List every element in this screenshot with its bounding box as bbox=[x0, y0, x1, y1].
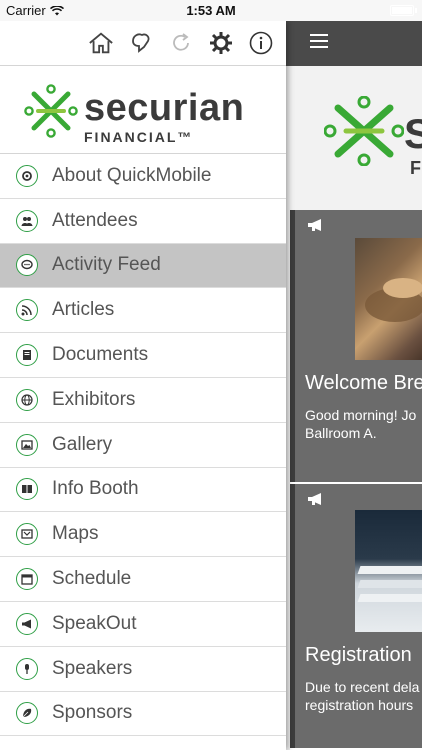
menu-item-label: Gallery bbox=[52, 433, 113, 455]
menu-item-documents[interactable]: Documents bbox=[0, 333, 286, 378]
document-icon bbox=[16, 344, 38, 367]
info-button[interactable] bbox=[248, 30, 274, 56]
settings-button[interactable] bbox=[208, 30, 234, 56]
menu-item-about-quickmobile[interactable]: About QuickMobile bbox=[0, 154, 286, 199]
menu-item-label: Speakers bbox=[52, 657, 133, 679]
feed-card-description: Good morning! Jo Ballroom A. bbox=[305, 407, 417, 441]
menu-item-label: Attendees bbox=[52, 209, 138, 231]
people-icon bbox=[16, 209, 38, 232]
securian-emblem-icon bbox=[324, 96, 404, 166]
menu-item-maps[interactable]: Maps bbox=[0, 512, 286, 558]
refresh-button[interactable] bbox=[168, 30, 194, 56]
menu-item-label: Schedule bbox=[52, 568, 132, 590]
main-logo-banner: S F bbox=[286, 66, 422, 210]
menu-item-label: About QuickMobile bbox=[52, 164, 212, 186]
map-icon bbox=[16, 523, 38, 546]
gear-icon bbox=[210, 32, 232, 54]
feed-card-description: Due to recent dela registration hours bbox=[305, 679, 420, 713]
menu-item-speakers[interactable]: Speakers bbox=[0, 647, 286, 692]
menu-item-gallery[interactable]: Gallery bbox=[0, 423, 286, 468]
book-icon bbox=[16, 478, 38, 501]
info-icon bbox=[249, 31, 273, 55]
menu-item-label: SpeakOut bbox=[52, 612, 137, 634]
main-logo-letter: S bbox=[404, 110, 422, 157]
menu-item-label: Maps bbox=[52, 523, 99, 545]
nudge-button[interactable] bbox=[128, 30, 154, 56]
app-screen: Carrier 1:53 AM S F Welcome Bre Good mor… bbox=[0, 0, 422, 750]
calendar-icon bbox=[16, 568, 38, 591]
feed-card-photo bbox=[355, 238, 422, 360]
menu-item-info-booth[interactable]: Info Booth bbox=[0, 468, 286, 513]
battery-nub bbox=[415, 8, 417, 13]
menu-item-label: Exhibitors bbox=[52, 388, 136, 410]
menu-item-label: Info Booth bbox=[52, 478, 139, 500]
chat-icon bbox=[16, 254, 38, 277]
menu-item-label: Documents bbox=[52, 344, 149, 366]
securian-emblem-icon bbox=[24, 84, 78, 138]
quickmobile-icon bbox=[16, 164, 38, 187]
megaphone-icon bbox=[16, 612, 38, 635]
feed-card-title: Welcome Bre bbox=[305, 372, 422, 394]
battery-icon bbox=[390, 5, 414, 16]
menu-item-articles[interactable]: Articles bbox=[0, 288, 286, 334]
nudge-icon bbox=[132, 33, 150, 53]
menu-item-activity-feed[interactable]: Activity Feed bbox=[0, 243, 286, 289]
status-bar: Carrier 1:53 AM bbox=[0, 0, 422, 21]
navigation-drawer: securian FINANCIAL™ About QuickMobile At… bbox=[0, 21, 286, 750]
menu-item-exhibitors[interactable]: Exhibitors bbox=[0, 378, 286, 423]
main-logo-letter-sub: F bbox=[410, 158, 421, 178]
brand-logo: securian FINANCIAL™ bbox=[0, 66, 286, 154]
menu-item-schedule[interactable]: Schedule bbox=[0, 557, 286, 602]
brand-wordmark: securian bbox=[84, 87, 245, 129]
menu-item-label: Sponsors bbox=[52, 702, 133, 724]
megaphone-icon bbox=[308, 219, 321, 231]
home-icon bbox=[89, 32, 113, 54]
feed-card[interactable]: Registration Due to recent dela registra… bbox=[290, 484, 422, 748]
drawer-menu: About QuickMobile Attendees Activity Fee… bbox=[0, 154, 286, 737]
main-content[interactable]: S F Welcome Bre Good morning! Jo Ballroo… bbox=[286, 0, 422, 750]
clock: 1:53 AM bbox=[186, 3, 236, 18]
menu-item-label: Articles bbox=[52, 299, 115, 321]
menu-item-attendees[interactable]: Attendees bbox=[0, 199, 286, 244]
feed-card[interactable]: Welcome Bre Good morning! Jo Ballroom A. bbox=[290, 210, 422, 482]
menu-item-sponsors[interactable]: Sponsors bbox=[0, 692, 286, 737]
hamburger-menu-icon[interactable] bbox=[310, 34, 328, 48]
globe-icon bbox=[16, 388, 38, 411]
feed-card-photo bbox=[355, 510, 422, 632]
refresh-icon bbox=[173, 33, 189, 51]
picture-icon bbox=[16, 433, 38, 456]
menu-item-label: Activity Feed bbox=[52, 254, 161, 276]
home-button[interactable] bbox=[88, 30, 114, 56]
drawer-toolbar bbox=[0, 21, 286, 66]
brand-subname: FINANCIAL™ bbox=[84, 129, 194, 145]
feed-card-title: Registration bbox=[305, 644, 412, 666]
megaphone-icon bbox=[308, 493, 321, 505]
rss-icon bbox=[16, 299, 38, 322]
leaf-icon bbox=[16, 702, 38, 725]
menu-item-speakout[interactable]: SpeakOut bbox=[0, 602, 286, 647]
activity-feed: Welcome Bre Good morning! Jo Ballroom A.… bbox=[290, 210, 422, 750]
microphone-icon bbox=[16, 657, 38, 680]
